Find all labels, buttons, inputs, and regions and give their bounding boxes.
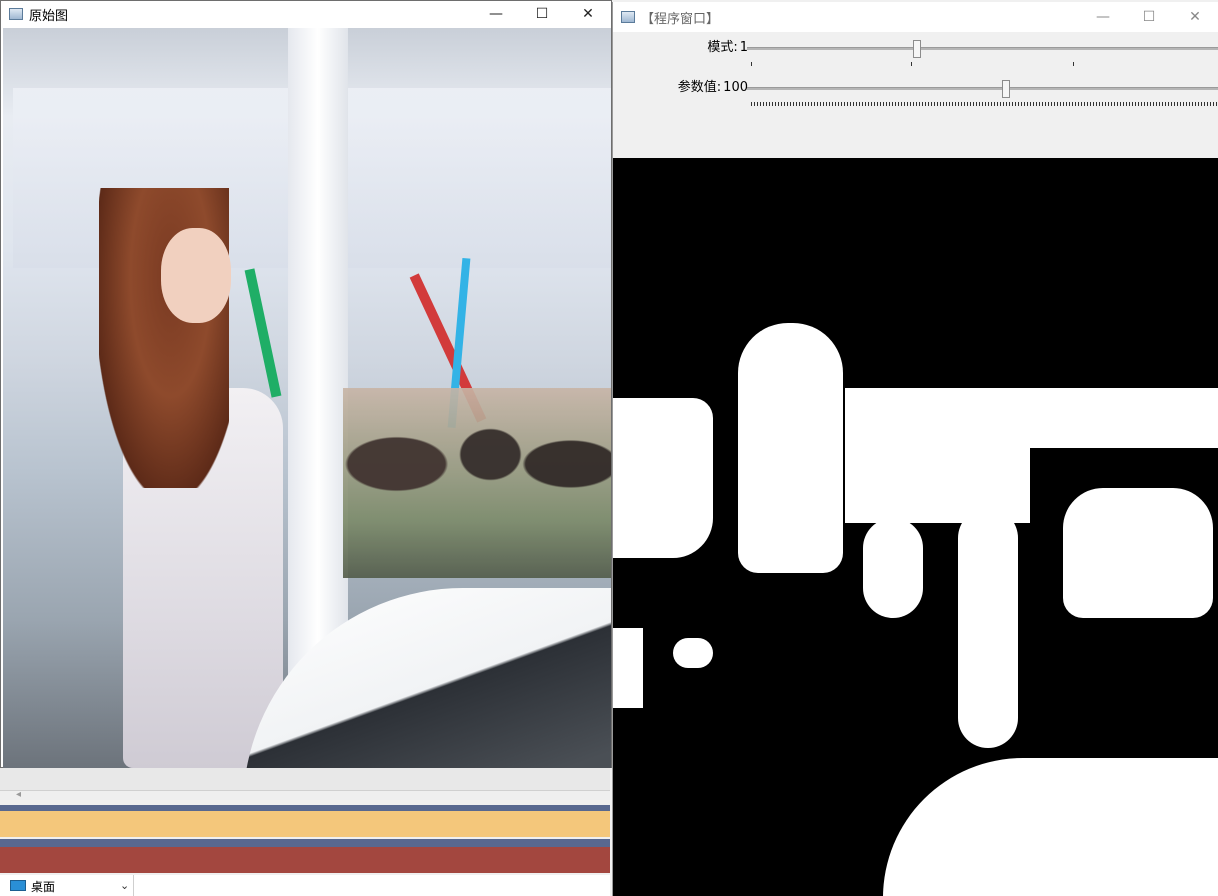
trackbar-mode-label: 模式: 1 bbox=[707, 40, 748, 55]
original-window-title: 原始图 bbox=[29, 8, 69, 24]
trackbar-tick bbox=[911, 62, 912, 66]
trackbar-mode-thumb[interactable] bbox=[912, 40, 921, 58]
program-window-title: 【程序窗口】 bbox=[641, 11, 720, 27]
trackbar-param-thumb[interactable] bbox=[1002, 80, 1011, 98]
maximize-button[interactable]: ☐ bbox=[1126, 2, 1172, 32]
trackbar-param-row: 参数值: 100 bbox=[613, 76, 1218, 110]
app-window-icon bbox=[621, 11, 635, 23]
horizontal-scrollbar[interactable]: ◂ bbox=[0, 789, 610, 805]
trackbar-mode-row: 模式: 1 bbox=[613, 36, 1218, 70]
background-band-blue bbox=[0, 839, 610, 847]
desktop-icon bbox=[10, 880, 26, 891]
trackbar-mode-ticks bbox=[751, 62, 1218, 66]
trackbar-tick bbox=[1073, 62, 1074, 66]
photo-crowd bbox=[343, 388, 611, 578]
trackbar-panel: 模式: 1 参数值: 100 bbox=[613, 32, 1218, 158]
close-button[interactable]: ✕ bbox=[565, 1, 611, 27]
result-white-region bbox=[738, 323, 843, 573]
trackbar-param-name: 参数值 bbox=[677, 80, 717, 95]
minimize-button[interactable]: — bbox=[473, 1, 519, 27]
chevron-down-icon[interactable]: ⌄ bbox=[120, 879, 129, 892]
original-window-titlebar[interactable]: 原始图 — ☐ ✕ bbox=[1, 1, 611, 27]
program-window: 【程序窗口】 — ☐ ✕ 模式: 1 参数值: 100 bbox=[612, 2, 1218, 896]
trackbar-param-ticks bbox=[751, 102, 1218, 106]
close-button[interactable]: ✕ bbox=[1172, 2, 1218, 32]
address-bar: 桌面 ⌄ bbox=[0, 875, 610, 896]
minimize-button[interactable]: — bbox=[1080, 2, 1126, 32]
trackbar-param-label: 参数值: 100 bbox=[677, 80, 748, 95]
result-white-region bbox=[1028, 388, 1218, 448]
result-white-region bbox=[613, 398, 713, 558]
maximize-button[interactable]: ☐ bbox=[519, 1, 565, 27]
result-white-region bbox=[1063, 488, 1213, 618]
original-photo bbox=[3, 28, 611, 768]
result-white-region bbox=[673, 638, 713, 668]
result-white-region bbox=[863, 518, 923, 618]
background-pane bbox=[0, 768, 610, 790]
pane-divider bbox=[133, 875, 134, 896]
result-white-region bbox=[613, 628, 643, 708]
photo-green-stripe bbox=[244, 268, 282, 398]
trackbar-param-track[interactable] bbox=[747, 80, 1218, 98]
program-window-titlebar[interactable]: 【程序窗口】 — ☐ ✕ bbox=[613, 2, 1218, 32]
original-image-window: 原始图 — ☐ ✕ bbox=[0, 0, 612, 768]
result-white-region bbox=[958, 508, 1018, 748]
background-band-red bbox=[0, 847, 610, 873]
trackbar-param-value: 100 bbox=[723, 80, 748, 95]
trackbar-mode-name: 模式 bbox=[707, 40, 734, 55]
trackbar-mode-track[interactable] bbox=[747, 40, 1218, 58]
background-band-orange bbox=[0, 811, 610, 837]
scroll-left-arrow-icon[interactable]: ◂ bbox=[16, 789, 21, 800]
desktop-label[interactable]: 桌面 bbox=[31, 878, 55, 895]
result-white-region bbox=[845, 388, 1030, 523]
photo-face bbox=[161, 228, 231, 323]
result-white-region bbox=[883, 758, 1218, 896]
app-window-icon bbox=[9, 8, 23, 20]
trackbar-tick bbox=[751, 62, 752, 66]
thresholded-image bbox=[613, 158, 1218, 896]
